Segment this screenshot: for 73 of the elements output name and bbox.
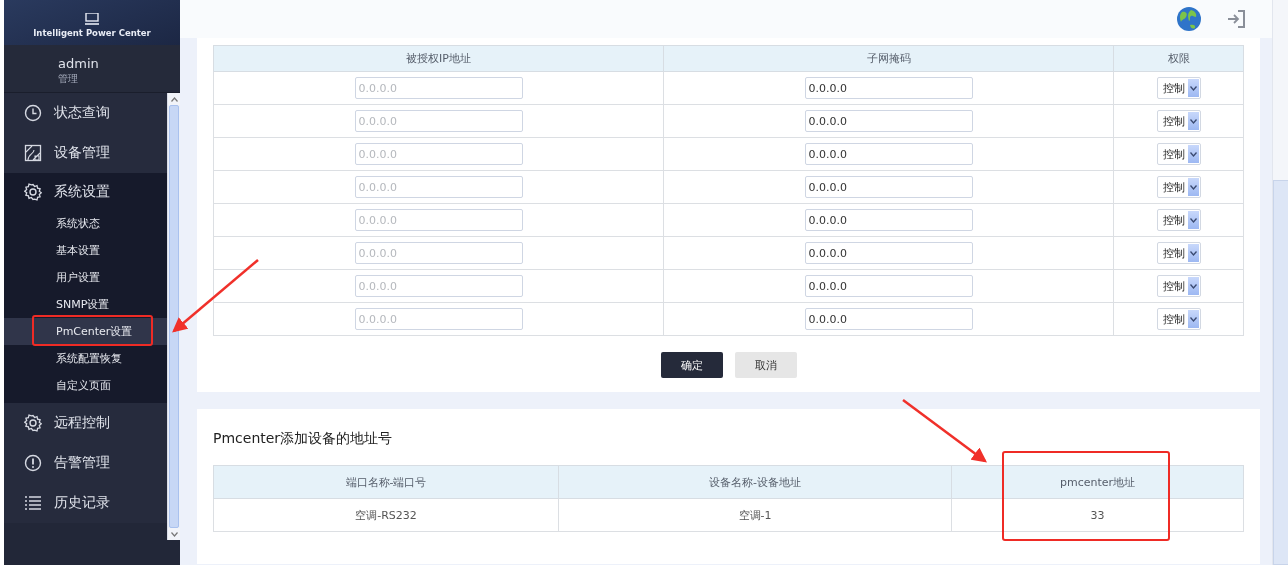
logout-icon: [1226, 9, 1246, 29]
alert-icon: [24, 454, 42, 472]
column-header: pmcenter地址: [951, 465, 1244, 499]
menu-item[interactable]: 告警管理: [4, 443, 167, 483]
user-role: 管理: [58, 72, 79, 86]
section-title: Pmcenter添加设备的地址号: [213, 429, 394, 448]
column-header: 设备名称-设备地址: [558, 465, 952, 499]
permission-select[interactable]: 控制: [1156, 242, 1201, 264]
ip-field[interactable]: 0.0.0.0: [354, 209, 523, 231]
scrollbar[interactable]: [1272, 0, 1288, 565]
mask-field[interactable]: 0.0.0.0: [804, 275, 973, 297]
caret-down-icon: [1189, 283, 1197, 289]
caret-down-icon: [1189, 217, 1197, 223]
submenu-item[interactable]: SNMP设置: [4, 291, 167, 318]
permission-select[interactable]: 控制: [1156, 275, 1201, 297]
mask-field[interactable]: 0.0.0.0: [804, 176, 973, 198]
list-icon: [24, 494, 42, 512]
column-header: 子网掩码: [663, 45, 1114, 72]
caret-up-icon: [170, 96, 178, 102]
permission-select[interactable]: 控制: [1156, 77, 1201, 99]
caret-down-icon: [170, 531, 178, 537]
ip-field[interactable]: 0.0.0.0: [354, 176, 523, 198]
table-cell: 空调-RS232: [213, 498, 559, 532]
mask-field[interactable]: 0.0.0.0: [804, 110, 973, 132]
submenu-item[interactable]: PmCenter设置: [4, 318, 167, 345]
caret-down-icon: [1189, 118, 1197, 124]
permission-select[interactable]: 控制: [1156, 308, 1201, 330]
permission-select[interactable]: 控制: [1156, 209, 1201, 231]
submenu-item[interactable]: 系统配置恢复: [4, 345, 167, 372]
clock-icon: [24, 104, 42, 122]
permission-select[interactable]: 控制: [1156, 110, 1201, 132]
ip-field[interactable]: 0.0.0.0: [354, 77, 523, 99]
column-header: 被授权IP地址: [213, 45, 664, 72]
caret-down-icon: [1189, 151, 1197, 157]
menu-item[interactable]: 远程控制: [4, 403, 167, 443]
submenu-item[interactable]: 基本设置: [4, 237, 167, 264]
permission-select[interactable]: 控制: [1156, 176, 1201, 198]
permission-select[interactable]: 控制: [1156, 143, 1201, 165]
caret-down-icon: [1189, 85, 1197, 91]
table-cell: 空调-1: [558, 498, 952, 532]
gear-icon: [24, 182, 42, 201]
monitor-icon: [85, 13, 99, 25]
ip-field[interactable]: 0.0.0.0: [354, 143, 523, 165]
menu-item[interactable]: 状态查询: [4, 93, 167, 133]
scrollbar[interactable]: [167, 93, 180, 540]
user-name: admin: [58, 56, 100, 71]
table-cell: 33: [951, 498, 1244, 532]
column-header: 权限: [1113, 45, 1244, 72]
mask-field[interactable]: 0.0.0.0: [804, 143, 973, 165]
mask-field[interactable]: 0.0.0.0: [804, 209, 973, 231]
ip-field[interactable]: 0.0.0.0: [354, 308, 523, 330]
caret-down-icon: [1189, 184, 1197, 190]
ip-field[interactable]: 0.0.0.0: [354, 110, 523, 132]
submenu-item[interactable]: 用户设置: [4, 264, 167, 291]
logout-button[interactable]: [1226, 9, 1246, 29]
globe-icon: [1176, 6, 1202, 32]
menu-item[interactable]: 设备管理: [4, 133, 167, 173]
logo-text: Intelligent Power Center: [33, 28, 151, 38]
column-header: 端口名称-端口号: [213, 465, 559, 499]
mask-field[interactable]: 0.0.0.0: [804, 308, 973, 330]
gear-icon: [24, 414, 42, 432]
submenu-item[interactable]: 自定义页面: [4, 372, 167, 399]
map-icon: [24, 144, 42, 162]
ip-field[interactable]: 0.0.0.0: [354, 275, 523, 297]
mask-field[interactable]: 0.0.0.0: [804, 242, 973, 264]
submenu-item[interactable]: 系统状态: [4, 210, 167, 237]
ip-field[interactable]: 0.0.0.0: [354, 242, 523, 264]
mask-field[interactable]: 0.0.0.0: [804, 77, 973, 99]
caret-down-icon: [1189, 316, 1197, 322]
menu-item[interactable]: 历史记录: [4, 483, 167, 523]
confirm-button[interactable]: 确定: [660, 352, 723, 378]
cancel-button[interactable]: 取消: [734, 352, 797, 378]
caret-down-icon: [1189, 250, 1197, 256]
